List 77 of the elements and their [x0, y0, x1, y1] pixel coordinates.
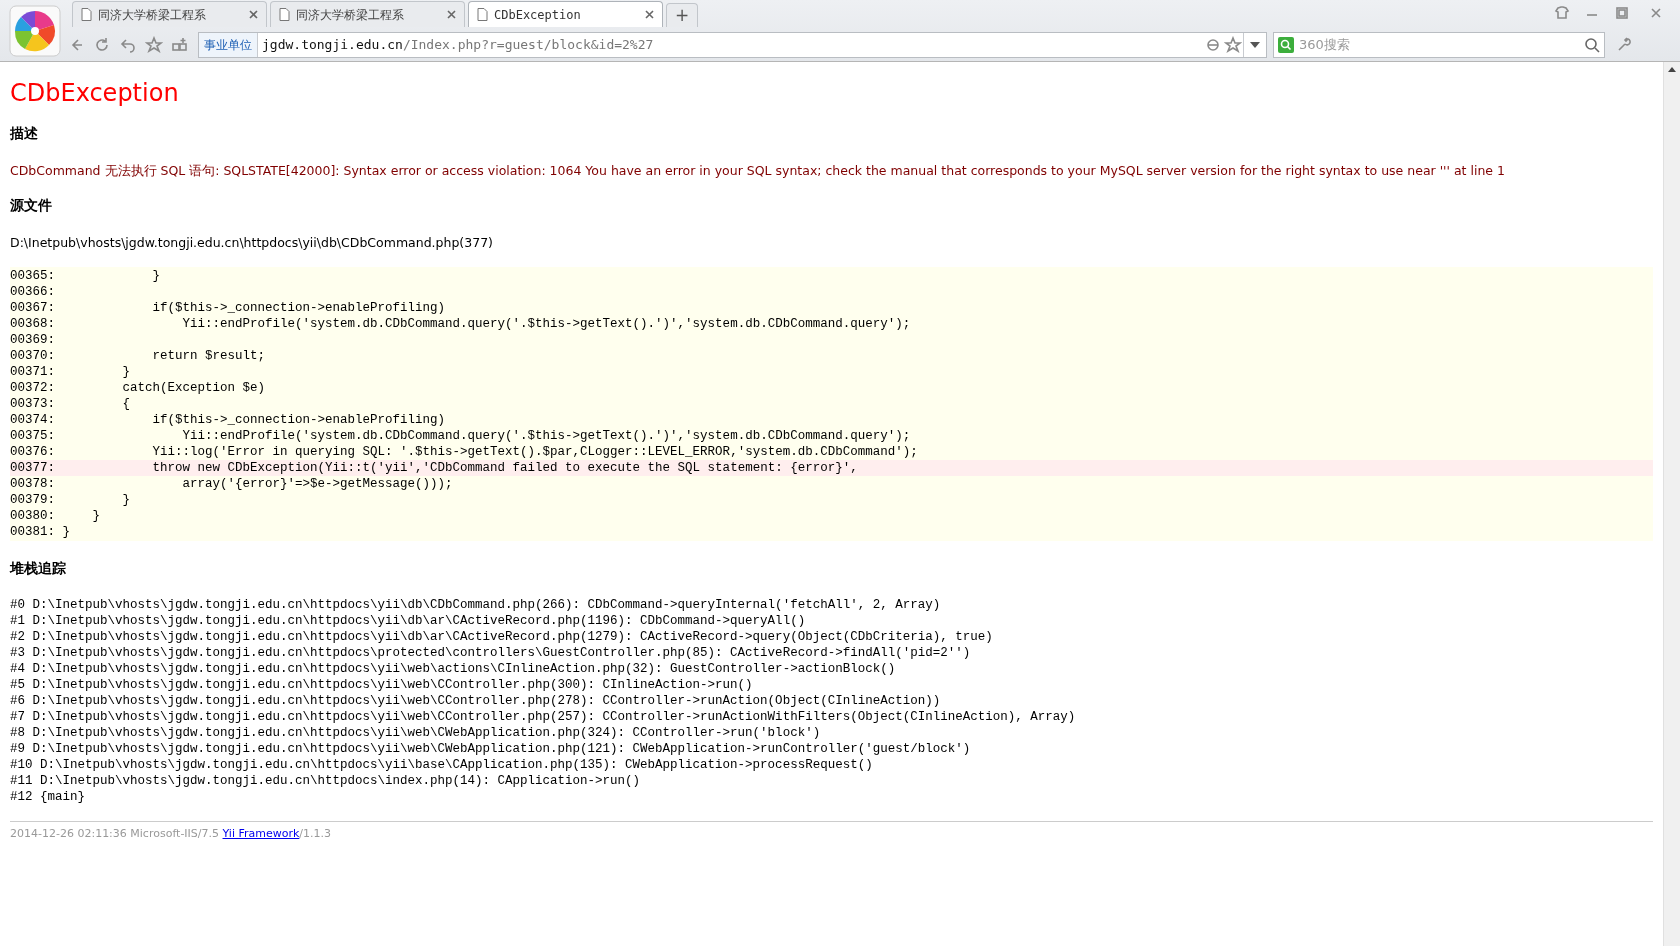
stack-trace-line: #9 D:\Inetpub\vhosts\jgdw.tongji.edu.cn\httpdocs\yii\web\CWebApplication.php(121): CWebApplication->runController('guest/block')	[10, 740, 972, 757]
search-field[interactable]: 360搜索	[1299, 35, 1579, 55]
stack-trace-line: #10 D:\Inetpub\vhosts\jgdw.tongji.edu.cn\httpdocs\yii\base\CApplication.php(135): CWebApplication->processRequest()	[10, 756, 874, 773]
section-heading: 堆栈追踪	[10, 558, 67, 578]
code-text: Yii::endProfile('system.db.CDbCommand.query('.$this->getText().')','system.db.CDbCommand.query');	[181, 315, 912, 332]
stack-trace-line: #3 D:\Inetpub\vhosts\jgdw.tongji.edu.cn\httpdocs\protected\controllers\GuestController.php(85): CActiveRecord->findAll('pid=2'')	[10, 644, 972, 661]
line-number: 00373:	[10, 395, 55, 412]
stack-trace-line: #2 D:\Inetpub\vhosts\jgdw.tongji.edu.cn\httpdocs\yii\db\ar\CActiveRecord.php(1279): CActiveRecord->query(Object(CDbCriteria), true)	[10, 628, 994, 645]
browser-tab[interactable]: 同济大学桥梁工程系	[270, 1, 465, 27]
code-text: }	[61, 523, 72, 540]
line-number: 00374:	[10, 411, 55, 428]
code-text: }	[151, 267, 162, 284]
code-text: if($this->_connection->enableProfiling)	[151, 299, 447, 316]
close-icon[interactable]	[249, 10, 258, 19]
stack-trace-line: #6 D:\Inetpub\vhosts\jgdw.tongji.edu.cn\httpdocs\yii\web\CController.php(278): CController->runAction(Object(CInlineAction))	[10, 692, 942, 709]
browser-tab[interactable]: CDbException	[468, 1, 663, 27]
section-heading: 源文件	[10, 195, 53, 215]
framework-link[interactable]: Yii Framework	[222, 826, 300, 840]
scrollbar[interactable]	[1663, 62, 1680, 946]
caret-icon[interactable]	[1250, 42, 1260, 48]
search-icon[interactable]	[1584, 37, 1600, 53]
footer-text: 2014-12-26 02:11:36 Microsoft-IIS/7.5	[10, 826, 221, 840]
stack-trace-line: #1 D:\Inetpub\vhosts\jgdw.tongji.edu.cn\httpdocs\yii\db\ar\CActiveRecord.php(1196): CDbCommand->queryAll()	[10, 612, 807, 629]
address-bar[interactable]: 事业单位 jgdw.tongji.edu.cn/Index.php?r=guest/block&id=2%27	[198, 32, 1267, 58]
error-message: CDbCommand 无法执行 SQL 语句: SQLSTATE[42000]: Syntax error or access violation: 1064 You have an error in your SQL syntax; check the manual that corresponds to your MySQL server version for the right syntax to use near ''' at line 1	[10, 162, 1506, 180]
line-number: 00367:	[10, 299, 55, 316]
line-number: 00378:	[10, 475, 55, 492]
close-icon[interactable]	[645, 10, 654, 19]
line-number: 00365:	[10, 267, 55, 284]
code-text: array('{error}'=>$e->getMessage()));	[181, 475, 454, 492]
line-number: 00372:	[10, 379, 55, 396]
source-path: D:\Inetpub\vhosts\jgdw.tongji.edu.cn\httpdocs\yii\db\CDbCommand.php(377)	[10, 233, 494, 252]
stack-trace-line: #4 D:\Inetpub\vhosts\jgdw.tongji.edu.cn\httpdocs\yii\web\actions\CInlineAction.php(32): GuestController->actionBlock()	[10, 660, 897, 677]
code-text: }	[121, 363, 132, 380]
code-text: Yii::endProfile('system.db.CDbCommand.query('.$this->getText().')','system.db.CDbCommand.query');	[181, 427, 912, 444]
code-text: return $result;	[151, 347, 267, 364]
section-heading: 描述	[10, 124, 39, 143]
browser-logo[interactable]	[9, 5, 61, 57]
page-icon	[477, 8, 488, 21]
page-icon	[279, 8, 290, 21]
stack-trace-line: #12 {main}	[10, 788, 86, 805]
browser-tab[interactable]: 同济大学桥梁工程系	[72, 1, 267, 27]
code-text: if($this->_connection->enableProfiling)	[151, 411, 447, 428]
version-text: /1.1.3	[299, 826, 332, 840]
code-text: }	[121, 491, 132, 508]
line-number: 00376:	[10, 443, 55, 460]
code-text: Yii::log('Error in querying SQL: '.$this->getText().$par,CLogger::LEVEL_ERROR,'system.db.CDbCommand');	[151, 443, 919, 460]
line-number: 00366:	[10, 283, 55, 300]
stack-trace-line: #5 D:\Inetpub\vhosts\jgdw.tongji.edu.cn\httpdocs\yii\web\CController.php(300): CInlineAction->run()	[10, 676, 754, 693]
line-number: 00379:	[10, 491, 55, 508]
code-text: {	[121, 395, 132, 412]
url-text: jgdw.tongji.edu.cn/Index.php?r=guest/block&id=2%27	[262, 36, 655, 55]
stack-trace-line: #8 D:\Inetpub\vhosts\jgdw.tongji.edu.cn\httpdocs\yii\web\CWebApplication.php(324): CController->run('block')	[10, 724, 822, 741]
search-engine-icon	[1278, 37, 1294, 53]
tab-title: 同济大学桥梁工程系	[98, 6, 207, 24]
new-tab-button[interactable]: +	[666, 3, 698, 27]
search-bar[interactable]: 360搜索	[1273, 32, 1605, 58]
line-number: 00369:	[10, 331, 55, 348]
line-number: 00377:	[10, 459, 55, 476]
line-number: 00381:	[10, 523, 55, 540]
line-number: 00368:	[10, 315, 55, 332]
stack-trace-line: #0 D:\Inetpub\vhosts\jgdw.tongji.edu.cn\httpdocs\yii\db\CDbCommand.php(266): CDbCommand->queryInternal('fetchAll', 2, Array)	[10, 596, 942, 613]
code-text: }	[91, 507, 102, 524]
stack-trace-line: #11 D:\Inetpub\vhosts\jgdw.tongji.edu.cn\httpdocs\index.php(14): CApplication->run()	[10, 772, 642, 789]
stack-trace-line: #7 D:\Inetpub\vhosts\jgdw.tongji.edu.cn\httpdocs\yii\web\CController.php(257): CController->runActionWithFilters(Object(CInlineAction), Array)	[10, 708, 1077, 725]
page-icon	[81, 8, 92, 21]
tab-title: 同济大学桥梁工程系	[296, 6, 405, 24]
line-number: 00370:	[10, 347, 55, 364]
line-number: 00371:	[10, 363, 55, 380]
site-badge: 事业单位	[199, 33, 258, 57]
tab-title: CDbException	[494, 6, 582, 24]
code-text: catch(Exception $e)	[121, 379, 267, 396]
error-title: CDbException	[10, 78, 180, 109]
code-text: throw new CDbException(Yii::t('yii','CDbCommand failed to execute the SQL statement: {error}',	[55, 459, 1653, 476]
close-icon[interactable]	[447, 10, 456, 19]
line-number: 00380:	[10, 507, 55, 524]
line-number: 00375:	[10, 427, 55, 444]
